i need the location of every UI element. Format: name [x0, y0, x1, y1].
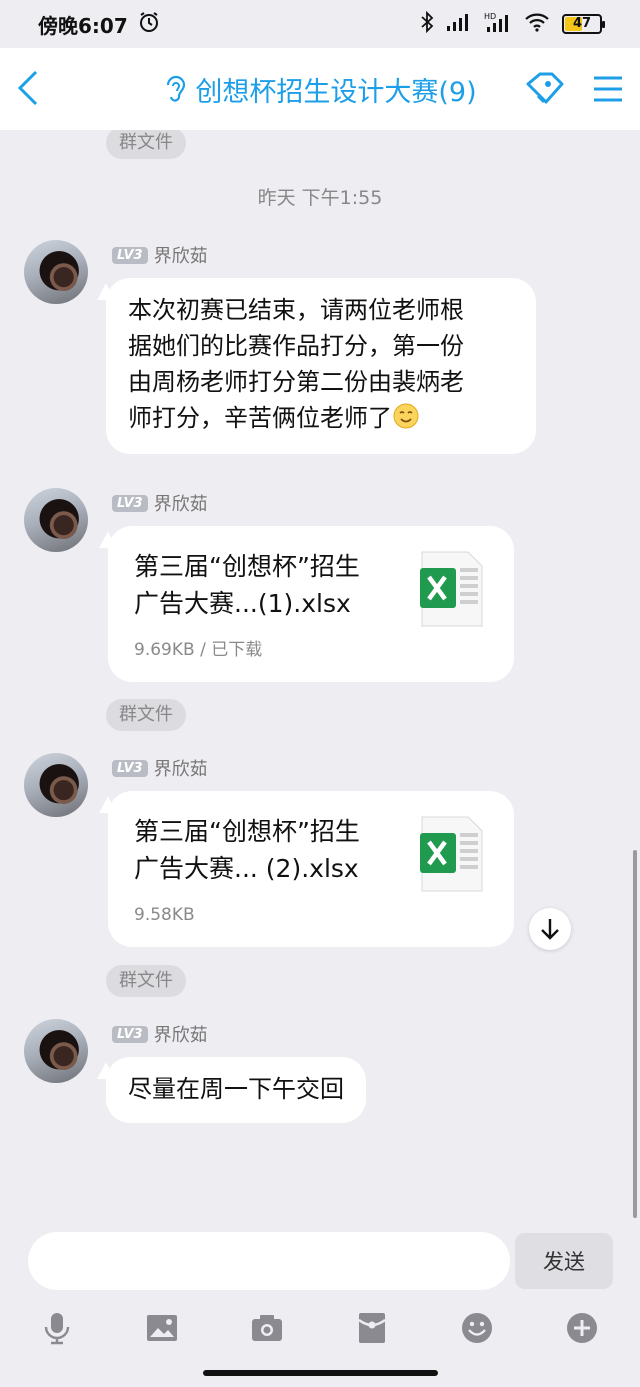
avatar[interactable] — [24, 240, 88, 304]
text-message-bubble[interactable]: 尽量在周一下午交回 — [106, 1057, 366, 1123]
file-name-line: 广告大赛... (2).xlsx — [134, 854, 359, 883]
red-packet-icon — [358, 1313, 386, 1343]
back-button[interactable] — [8, 66, 52, 110]
image-button[interactable] — [142, 1308, 182, 1348]
composer-toolbar — [0, 1308, 640, 1348]
group-file-tag[interactable]: 群文件 — [106, 699, 186, 731]
scrollbar[interactable] — [633, 850, 637, 1218]
message-line: 师打分，辛苦俩位老师了 — [128, 404, 392, 432]
file-name: 第三届“创想杯”招生 广告大赛...(1).xlsx — [134, 548, 394, 622]
message-line: 由周杨老师打分第二份由裴炳老 — [128, 368, 464, 396]
excel-file-icon — [420, 551, 483, 627]
battery-icon: 47 — [562, 14, 605, 34]
file-name: 第三届“创想杯”招生 广告大赛... (2).xlsx — [134, 813, 394, 887]
sender-name: 界欣茹 — [153, 759, 208, 780]
camera-button[interactable] — [247, 1308, 287, 1348]
group-file-tag[interactable]: 群文件 — [106, 965, 186, 997]
emoji-icon — [462, 1313, 492, 1343]
file-message-bubble[interactable]: 第三届“创想杯”招生 广告大赛...(1).xlsx 9.69KB / 已下载 — [108, 526, 514, 682]
emoji-button[interactable] — [457, 1308, 497, 1348]
group-file-tag-label: 群文件 — [119, 970, 173, 991]
level-badge: LV3 — [112, 759, 148, 777]
file-name-line: 第三届“创想杯”招生 — [134, 817, 360, 846]
signal-icon — [446, 12, 472, 36]
message-line: 尽量在周一下午交回 — [128, 1075, 344, 1103]
file-message-bubble[interactable]: 第三届“创想杯”招生 广告大赛... (2).xlsx 9.58KB — [108, 791, 514, 947]
sender-info: LV3 界欣茹 — [112, 490, 208, 516]
bluetooth-icon — [420, 10, 434, 37]
sender-name: 界欣茹 — [153, 246, 208, 267]
battery-level: 47 — [572, 16, 592, 31]
sender-info: LV3 界欣茹 — [112, 1021, 208, 1047]
ear-icon — [167, 75, 186, 102]
level-badge: LV3 — [112, 494, 148, 512]
chat-title-area[interactable]: 创想杯招生设计大赛(9) — [163, 70, 477, 109]
back-icon — [17, 70, 38, 106]
avatar[interactable] — [24, 488, 88, 552]
camera-icon — [252, 1315, 282, 1341]
level-badge: LV3 — [112, 246, 148, 264]
excel-file-icon — [420, 816, 483, 892]
scroll-to-bottom-button[interactable] — [529, 908, 571, 950]
smile-emoji — [392, 402, 420, 440]
message-line: 本次初赛已结束，请两位老师根 — [128, 296, 464, 324]
more-button[interactable] — [562, 1308, 602, 1348]
image-icon — [147, 1315, 177, 1341]
menu-icon — [594, 76, 622, 102]
avatar[interactable] — [24, 1019, 88, 1083]
sender-info: LV3 界欣茹 — [112, 242, 208, 268]
group-tag-button[interactable] — [524, 70, 566, 110]
microphone-icon — [44, 1313, 70, 1345]
sender-name: 界欣茹 — [153, 494, 208, 515]
menu-button[interactable] — [590, 72, 626, 106]
svg-text:HD: HD — [484, 12, 496, 21]
file-meta: 9.58KB — [134, 905, 195, 925]
message-input[interactable] — [28, 1232, 510, 1290]
microphone-button[interactable] — [37, 1308, 77, 1348]
composer: 发送 — [0, 1220, 640, 1387]
message-timestamp: 昨天 下午1:55 — [257, 187, 383, 209]
hd-signal-icon: HD — [484, 11, 512, 37]
status-bar: 傍晚6:07 HD 47 — [0, 0, 640, 48]
alarm-icon — [138, 11, 160, 38]
send-button[interactable]: 发送 — [515, 1233, 613, 1289]
file-name-line: 广告大赛...(1).xlsx — [134, 589, 351, 618]
sender-name: 界欣茹 — [153, 1025, 208, 1046]
level-badge: LV3 — [112, 1025, 148, 1043]
message-list[interactable]: 群文件 昨天 下午1:55 LV3 界欣茹 本次初赛已结束，请两位老师根 据她们… — [0, 130, 640, 1220]
wifi-icon — [524, 12, 550, 36]
message-line: 据她们的比赛作品打分，第一份 — [128, 332, 464, 360]
arrow-down-icon — [541, 919, 559, 940]
file-name-line: 第三届“创想杯”招生 — [134, 552, 360, 581]
group-tag-icon — [526, 72, 564, 104]
plus-icon — [567, 1313, 597, 1343]
file-meta: 9.69KB / 已下载 — [134, 640, 263, 660]
sender-info: LV3 界欣茹 — [112, 755, 208, 781]
group-file-tag-label: 群文件 — [119, 132, 173, 153]
red-packet-button[interactable] — [352, 1308, 392, 1348]
page-title: 创想杯招生设计大赛(9) — [195, 76, 477, 108]
home-indicator[interactable] — [203, 1370, 438, 1376]
text-message-bubble[interactable]: 本次初赛已结束，请两位老师根 据她们的比赛作品打分，第一份 由周杨老师打分第二份… — [106, 278, 536, 454]
status-time: 傍晚6:07 — [38, 13, 128, 38]
chat-header: 创想杯招生设计大赛(9) — [0, 48, 640, 130]
avatar[interactable] — [24, 753, 88, 817]
group-file-tag[interactable]: 群文件 — [106, 130, 186, 159]
group-file-tag-label: 群文件 — [119, 704, 173, 725]
